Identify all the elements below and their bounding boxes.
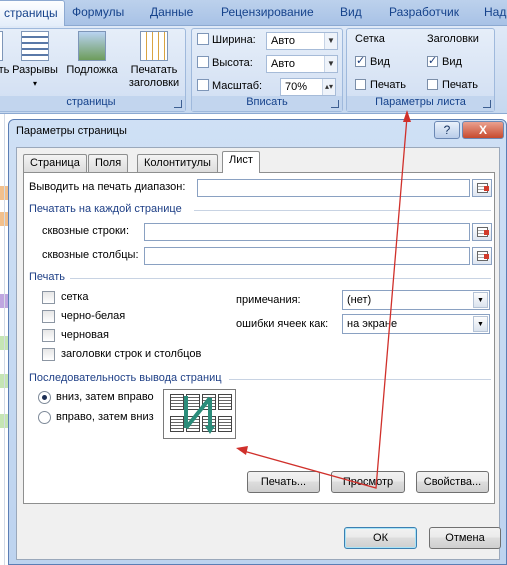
- gridlines-view-checkbox[interactable]: [355, 54, 366, 67]
- headings-print-checkbox[interactable]: [427, 79, 438, 90]
- breaks-button[interactable]: Разрывы ▾: [11, 31, 59, 90]
- over-then-down-label: вправо, затем вниз: [56, 411, 154, 423]
- cancel-button[interactable]: Отмена: [429, 527, 501, 549]
- page-order-preview: [163, 389, 236, 439]
- gridlines-print-checkbox[interactable]: [355, 79, 366, 90]
- options-button[interactable]: Свойства...: [416, 471, 489, 493]
- rows-collapse-button[interactable]: [472, 223, 492, 241]
- gridlines-header: Сетка: [355, 33, 385, 45]
- group-label-page-setup: страницы: [0, 96, 185, 111]
- sheet-options-group: Сетка Заголовки Вид Вид Печать Печать Па…: [346, 28, 495, 112]
- width-label: Ширина:: [212, 34, 256, 46]
- draft-quality-label: черновая: [61, 329, 109, 341]
- headings-view-checkbox[interactable]: [427, 54, 438, 67]
- print-area-input[interactable]: [197, 179, 470, 197]
- scale-to-fit-group: Ширина: Авто ▼ Высота: Авто ▼ Масштаб: 70%…: [191, 28, 343, 112]
- tab-page-layout[interactable]: страницы: [0, 0, 65, 27]
- cols-to-repeat-input[interactable]: [144, 247, 470, 265]
- comments-select[interactable]: (нет) ▼: [342, 290, 490, 310]
- range-select-icon: [477, 183, 489, 193]
- range-select-icon: [477, 227, 489, 237]
- sheet-tab-pane: Выводить на печать диапазон: Печатать на…: [23, 172, 495, 504]
- row-col-headings-label: заголовки строк и столбцов: [61, 348, 202, 360]
- background-button[interactable]: Подложка: [63, 31, 121, 77]
- page-setup-group: ть Разрывы ▾ Подложка Печатать заголовки …: [0, 28, 186, 112]
- draft-quality-checkbox[interactable]: [42, 329, 55, 342]
- over-then-down-radio[interactable]: [38, 411, 51, 424]
- range-select-icon: [477, 251, 489, 261]
- fit-launcher-icon[interactable]: [331, 100, 339, 108]
- orientation-button[interactable]: ть: [0, 31, 11, 77]
- close-button[interactable]: X: [462, 121, 504, 139]
- ribbon-tab-bar: страницы Формулы Данные Рецензирование В…: [0, 0, 507, 27]
- height-icon: [197, 56, 209, 68]
- down-then-over-radio[interactable]: [38, 391, 51, 404]
- dropdown-arrow-icon: ▼: [473, 292, 488, 308]
- background-picture-icon: [78, 31, 106, 61]
- print-area-label: Выводить на печать диапазон:: [29, 181, 186, 193]
- print-area-collapse-button[interactable]: [472, 179, 492, 197]
- page-breaks-icon: [21, 31, 49, 61]
- dropdown-arrow-icon: ▼: [324, 33, 337, 49]
- dialog-client-area: Страница Поля Колонтитулы Лист Выводить …: [16, 147, 501, 560]
- print-section: Печать: [29, 271, 66, 283]
- tab-review[interactable]: Рецензирование: [221, 5, 314, 19]
- width-select[interactable]: Авто ▼: [266, 32, 338, 50]
- height-label: Высота:: [212, 57, 253, 69]
- cell-errors-label: ошибки ячеек как:: [236, 318, 329, 330]
- group-label-fit: Вписать: [192, 96, 342, 111]
- gridlines-label: сетка: [61, 291, 89, 303]
- tab-addins[interactable]: Над: [484, 5, 506, 19]
- print-titles-button[interactable]: Печатать заголовки: [123, 31, 185, 90]
- dialog-titlebar[interactable]: Параметры страницы ? X: [9, 120, 506, 142]
- spinner-arrows-icon: ▴▾: [322, 79, 335, 95]
- print-preview-button[interactable]: Просмотр: [331, 471, 405, 493]
- page-order-arrow-icon: [184, 396, 215, 434]
- print-button[interactable]: Печать...: [247, 471, 320, 493]
- headings-header: Заголовки: [427, 33, 479, 45]
- scale-spinner[interactable]: 70% ▴▾: [280, 78, 336, 96]
- rows-to-repeat-input[interactable]: [144, 223, 470, 241]
- rows-to-repeat-label: сквозные строки:: [42, 225, 130, 237]
- row-col-headings-checkbox[interactable]: [42, 348, 55, 361]
- cell-errors-select[interactable]: на экране ▼: [342, 314, 490, 334]
- headings-view-label: Вид: [442, 56, 462, 68]
- gridlines-print-label: Печать: [370, 79, 407, 91]
- gridlines-view-label: Вид: [370, 56, 390, 68]
- dropdown-arrow-icon: ▼: [324, 56, 337, 72]
- page-icon: [0, 31, 3, 61]
- down-then-over-label: вниз, затем вправо: [56, 391, 154, 403]
- page-order-section: Последовательность вывода страниц: [29, 372, 222, 384]
- dropdown-arrow-icon: ▼: [473, 316, 488, 332]
- width-icon: [197, 33, 209, 45]
- height-select[interactable]: Авто ▼: [266, 55, 338, 73]
- sheet-options-launcher-icon[interactable]: [483, 100, 491, 108]
- cols-to-repeat-label: сквозные столбцы:: [42, 249, 139, 261]
- tab-margins[interactable]: Поля: [88, 154, 129, 172]
- headings-print-label: Печать: [442, 79, 479, 91]
- tab-page[interactable]: Страница: [23, 154, 87, 172]
- tab-view[interactable]: Вид: [340, 5, 362, 19]
- black-white-label: черно-белая: [61, 310, 126, 322]
- dialog-title: Параметры страницы: [16, 125, 127, 137]
- page-setup-dialog: Параметры страницы ? X Страница Поля Кол…: [8, 119, 507, 565]
- print-titles-section: Печатать на каждой странице: [29, 203, 182, 215]
- ribbon: ть Разрывы ▾ Подложка Печатать заголовки …: [0, 26, 507, 114]
- print-titles-icon: [140, 31, 168, 61]
- black-white-checkbox[interactable]: [42, 310, 55, 323]
- tab-sheet[interactable]: Лист: [222, 151, 260, 173]
- tab-formulas[interactable]: Формулы: [72, 5, 124, 19]
- ok-button[interactable]: ОК: [344, 527, 417, 549]
- scale-icon: [197, 79, 209, 91]
- gridlines-checkbox[interactable]: [42, 291, 55, 304]
- tab-data[interactable]: Данные: [150, 5, 193, 19]
- cols-collapse-button[interactable]: [472, 247, 492, 265]
- group-label-sheet-options: Параметры листа: [347, 96, 494, 111]
- tab-developer[interactable]: Разработчик: [389, 5, 459, 19]
- scale-label: Масштаб:: [212, 80, 263, 92]
- page-setup-launcher-icon[interactable]: [174, 100, 182, 108]
- help-button[interactable]: ?: [434, 121, 460, 139]
- comments-label: примечания:: [236, 294, 301, 306]
- tab-header-footer[interactable]: Колонтитулы: [137, 154, 218, 172]
